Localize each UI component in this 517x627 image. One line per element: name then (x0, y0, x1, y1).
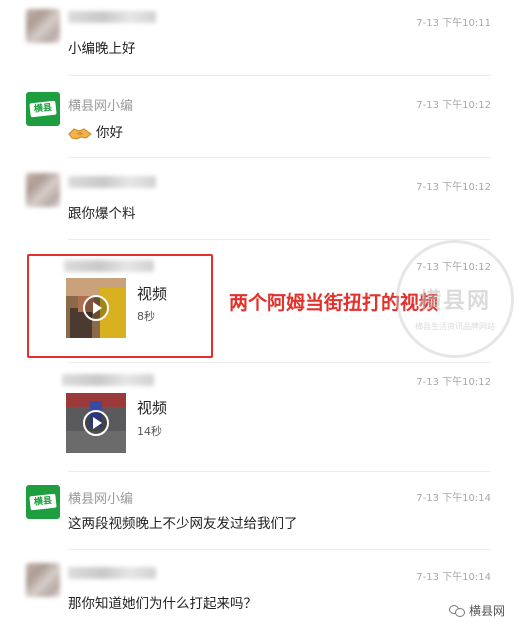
timestamp: 7-13 下午10:14 (416, 572, 491, 583)
wechat-account-badge: 横县网 (448, 602, 505, 619)
play-icon[interactable] (83, 410, 109, 436)
highlight-box (27, 254, 213, 358)
avatar[interactable] (26, 563, 60, 597)
sender-name (68, 567, 156, 579)
avatar[interactable]: 横县网 (26, 92, 60, 126)
account-name: 横县网 (468, 604, 505, 618)
divider (68, 471, 491, 472)
avatar[interactable] (26, 173, 60, 207)
sender-name (68, 176, 156, 188)
timestamp: 7-13 下午10:11 (416, 18, 491, 29)
message-text: 小编晚上好 (68, 41, 136, 57)
timestamp: 7-13 下午10:12 (416, 377, 491, 388)
wechat-icon (448, 604, 465, 618)
video-thumbnail[interactable] (66, 393, 126, 453)
message-text: 这两段视频晚上不少网友发过给我们了 (68, 516, 298, 532)
divider (68, 362, 491, 363)
timestamp: 7-13 下午10:14 (416, 493, 491, 504)
video-duration: 14秒 (137, 425, 162, 438)
sender-name (62, 374, 154, 386)
sender-name: 横县网小编 (68, 99, 134, 114)
avatar[interactable] (26, 9, 60, 43)
video-title: 视频 (137, 399, 168, 417)
divider (68, 239, 491, 240)
message-text: 那你知道她们为什么打起来吗？ (68, 596, 257, 612)
watermark-seal: 横县网 横县生活资讯品牌网站 (396, 240, 514, 358)
message-text: 你好 (96, 125, 123, 141)
brand-logo: 横县网 (29, 493, 57, 519)
sender-name (68, 11, 156, 23)
handshake-emoji-icon (68, 128, 92, 140)
divider (68, 75, 491, 76)
timestamp: 7-13 下午10:12 (416, 100, 491, 111)
divider (68, 549, 491, 550)
message-text: 跟你爆个料 (68, 206, 136, 222)
timestamp: 7-13 下午10:12 (416, 182, 491, 193)
avatar[interactable]: 横县网 (26, 485, 60, 519)
message-text-row: 你好 (68, 121, 123, 141)
divider (68, 157, 491, 158)
sender-name: 横县网小编 (68, 492, 134, 507)
brand-logo: 横县网 (29, 100, 57, 126)
